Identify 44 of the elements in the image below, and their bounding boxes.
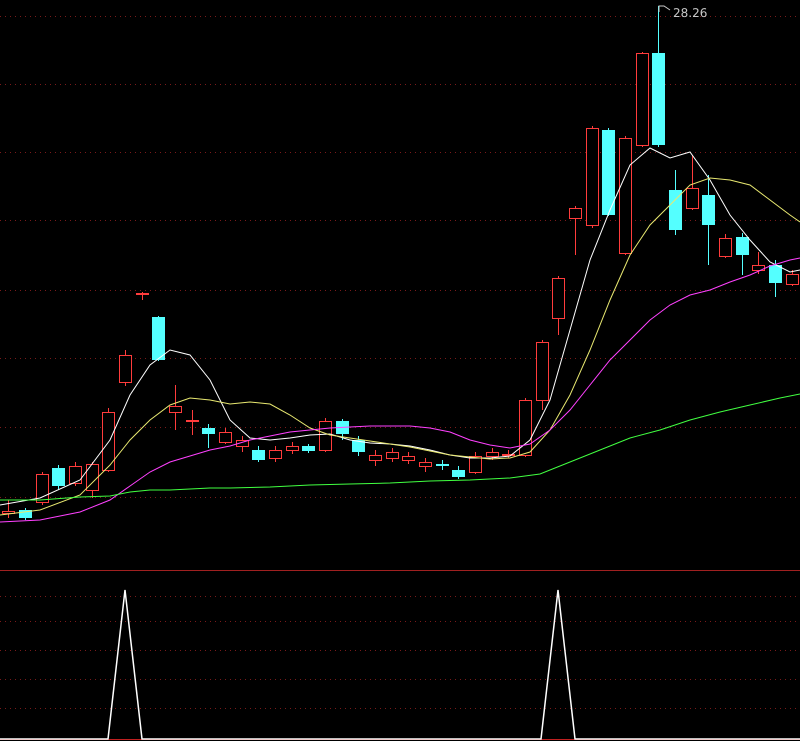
- candlestick: [119, 350, 132, 386]
- candlestick: [386, 448, 399, 462]
- candlestick: [336, 418, 349, 440]
- candlestick: [219, 428, 232, 444]
- candlestick: [69, 462, 82, 486]
- leader-line: [658, 6, 670, 12]
- candlestick: [469, 452, 482, 474]
- candlestick: [152, 316, 165, 362]
- candlestick: [52, 464, 65, 490]
- candlestick: [736, 232, 749, 276]
- candlestick: [669, 170, 682, 236]
- candlestick: [269, 446, 282, 462]
- candlestick: [502, 450, 515, 458]
- candlestick: [186, 410, 199, 436]
- candlestick: [536, 340, 549, 410]
- candlestick: [552, 276, 565, 336]
- candlestick: [752, 252, 765, 274]
- candlestick: [302, 444, 315, 454]
- candlestick: [786, 270, 799, 286]
- candlestick: [719, 234, 732, 258]
- candlestick: [319, 418, 332, 452]
- candlestick: [686, 154, 699, 210]
- candlestick: [486, 448, 499, 460]
- candlestick: [169, 384, 182, 430]
- candlestick: [102, 408, 115, 472]
- candlestick: [436, 460, 449, 470]
- candlestick: [19, 508, 32, 520]
- candlestick: [352, 436, 365, 456]
- candlestick: [519, 398, 532, 458]
- candlestick: [202, 424, 215, 448]
- candlestick: [136, 292, 149, 300]
- candlestick: [286, 442, 299, 454]
- candlestick: [569, 206, 582, 256]
- candlestick: [86, 462, 99, 498]
- candlestick: [2, 500, 15, 518]
- candlestick: [236, 436, 249, 452]
- candlestick: [252, 446, 265, 462]
- candlestick: [452, 466, 465, 480]
- candlestick: [402, 452, 415, 464]
- candlestick: [36, 472, 49, 506]
- candlestick: [419, 458, 432, 472]
- candlestick: [369, 450, 382, 466]
- price-label: 28.26: [673, 6, 708, 20]
- candlestick: [769, 260, 782, 298]
